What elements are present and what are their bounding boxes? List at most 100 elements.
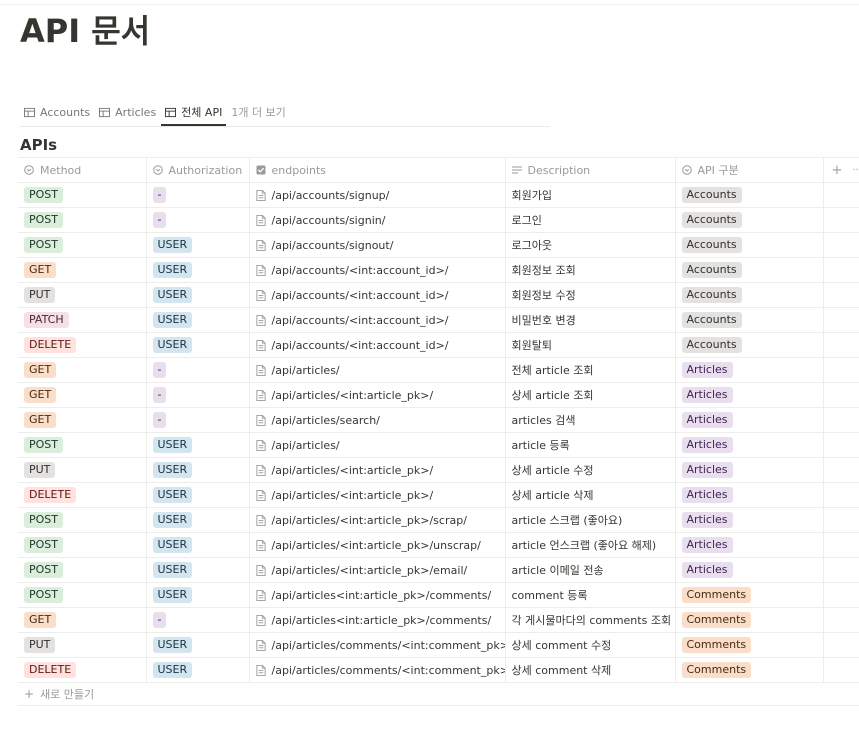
column-header-authorization[interactable]: Authorization [146,157,250,183]
tab-all-api[interactable]: 전체 API [161,100,227,126]
cell-endpoint[interactable]: /api/accounts/<int:account_id>/ [249,307,506,333]
cell-description[interactable]: 각 게시물마다의 comments 조회 [505,607,676,633]
cell-method[interactable]: GET [18,382,147,408]
cell-method[interactable]: GET [18,407,147,433]
table-row[interactable]: GET - /api/articles/search/articles 검색 Arti… [18,407,859,433]
cell-authorization[interactable]: USER [146,282,250,308]
cell-method[interactable]: PUT [18,282,147,308]
cell-endpoint[interactable]: /api/articles<int:article_pk>/comments/ [249,607,506,633]
cell-authorization[interactable]: - [146,607,250,633]
cell-authorization[interactable]: USER [146,482,250,508]
cell-group[interactable]: Comments [675,657,824,683]
cell-authorization[interactable]: USER [146,307,250,333]
cell-endpoint[interactable]: /api/accounts/signup/ [249,182,506,208]
cell-endpoint[interactable]: /api/accounts/<int:account_id>/ [249,332,506,358]
cell-endpoint[interactable]: /api/accounts/signin/ [249,207,506,233]
tab-articles[interactable]: Articles [95,100,160,124]
cell-endpoint[interactable]: /api/articles/<int:article_pk>/email/ [249,557,506,583]
table-row[interactable]: DELETE USER/api/accounts/<int:account_id>… [18,332,859,358]
cell-authorization[interactable]: USER [146,332,250,358]
cell-method[interactable]: POST [18,557,147,583]
cell-method[interactable]: DELETE [18,657,147,683]
cell-group[interactable]: Accounts [675,257,824,283]
cell-description[interactable]: 회원가입 [505,182,676,208]
column-header-description[interactable]: Description [505,157,676,183]
cell-method[interactable]: PUT [18,632,147,658]
cell-endpoint[interactable]: /api/accounts/signout/ [249,232,506,258]
cell-group[interactable]: Comments [675,632,824,658]
cell-method[interactable]: GET [18,607,147,633]
cell-endpoint[interactable]: /api/articles/<int:article_pk>/unscrap/ [249,532,506,558]
cell-description[interactable]: 회원탈퇴 [505,332,676,358]
cell-endpoint[interactable]: /api/articles/ [249,357,506,383]
cell-authorization[interactable]: USER [146,457,250,483]
cell-group[interactable]: Articles [675,507,824,533]
table-row[interactable]: POST USER/api/articles/article 등록 Articles [18,432,859,458]
cell-method[interactable]: POST [18,507,147,533]
table-row[interactable]: POST USER/api/accounts/signout/로그아웃 Accoun… [18,232,859,258]
cell-authorization[interactable]: USER [146,632,250,658]
cell-group[interactable]: Articles [675,557,824,583]
cell-authorization[interactable]: USER [146,432,250,458]
cell-endpoint[interactable]: /api/accounts/<int:account_id>/ [249,282,506,308]
cell-method[interactable]: POST [18,582,147,608]
table-row[interactable]: GET - /api/articles<int:article_pk>/commen… [18,607,859,633]
cell-endpoint[interactable]: /api/accounts/<int:account_id>/ [249,257,506,283]
cell-description[interactable]: 비밀번호 변경 [505,307,676,333]
cell-description[interactable]: 상세 article 수정 [505,457,676,483]
cell-method[interactable]: POST [18,532,147,558]
cell-method[interactable]: DELETE [18,332,147,358]
cell-authorization[interactable]: - [146,407,250,433]
cell-description[interactable]: article 이메일 전송 [505,557,676,583]
cell-group[interactable]: Accounts [675,232,824,258]
cell-group[interactable]: Articles [675,457,824,483]
table-row[interactable]: DELETE USER/api/articles/comments/<int:co… [18,657,859,683]
cell-group[interactable]: Articles [675,382,824,408]
cell-authorization[interactable]: USER [146,557,250,583]
cell-method[interactable]: PATCH [18,307,147,333]
cell-endpoint[interactable]: /api/articles/comments/<int:comment_pk>/ [249,632,506,658]
cell-authorization[interactable]: USER [146,257,250,283]
cell-endpoint[interactable]: /api/articles/<int:article_pk>/ [249,457,506,483]
cell-description[interactable]: 로그아웃 [505,232,676,258]
cell-description[interactable]: article 등록 [505,432,676,458]
cell-group[interactable]: Articles [675,482,824,508]
cell-group[interactable]: Articles [675,532,824,558]
tabs-more-button[interactable]: 1개 더 보기 [227,100,289,124]
cell-description[interactable]: article 언스크랩 (좋아요 해제) [505,532,676,558]
tab-accounts[interactable]: Accounts [20,100,94,124]
cell-method[interactable]: POST [18,182,147,208]
cell-method[interactable]: POST [18,232,147,258]
new-row-button[interactable]: + 새로 만들기 [18,682,859,706]
cell-group[interactable]: Comments [675,607,824,633]
cell-method[interactable]: GET [18,357,147,383]
cell-authorization[interactable]: USER [146,232,250,258]
cell-method[interactable]: DELETE [18,482,147,508]
table-row[interactable]: PATCH USER/api/accounts/<int:account_id>/… [18,307,859,333]
cell-endpoint[interactable]: /api/articles/search/ [249,407,506,433]
cell-endpoint[interactable]: /api/articles/<int:article_pk>/scrap/ [249,507,506,533]
cell-endpoint[interactable]: /api/articles/comments/<int:comment_pk>/ [249,657,506,683]
cell-group[interactable]: Accounts [675,207,824,233]
cell-group[interactable]: Articles [675,407,824,433]
cell-group[interactable]: Comments [675,582,824,608]
column-header-group[interactable]: API 구분 [675,157,824,183]
cell-description[interactable]: 회원정보 조회 [505,257,676,283]
cell-method[interactable]: PUT [18,457,147,483]
cell-description[interactable]: 상세 comment 삭제 [505,657,676,683]
cell-group[interactable]: Accounts [675,282,824,308]
cell-description[interactable]: article 스크랩 (좋아요) [505,507,676,533]
cell-authorization[interactable]: USER [146,582,250,608]
cell-group[interactable]: Accounts [675,307,824,333]
cell-group[interactable]: Accounts [675,182,824,208]
cell-authorization[interactable]: USER [146,532,250,558]
column-header-endpoints[interactable]: endpoints [249,157,506,183]
cell-method[interactable]: GET [18,257,147,283]
table-row[interactable]: PUT USER/api/articles/<int:article_pk>/ 상세… [18,457,859,483]
cell-group[interactable]: Accounts [675,332,824,358]
cell-endpoint[interactable]: /api/articles/<int:article_pk>/ [249,482,506,508]
cell-authorization[interactable]: - [146,357,250,383]
cell-authorization[interactable]: - [146,182,250,208]
table-row[interactable]: GET - /api/articles/전체 article 조회 Articles [18,357,859,383]
cell-endpoint[interactable]: /api/articles<int:article_pk>/comments/ [249,582,506,608]
